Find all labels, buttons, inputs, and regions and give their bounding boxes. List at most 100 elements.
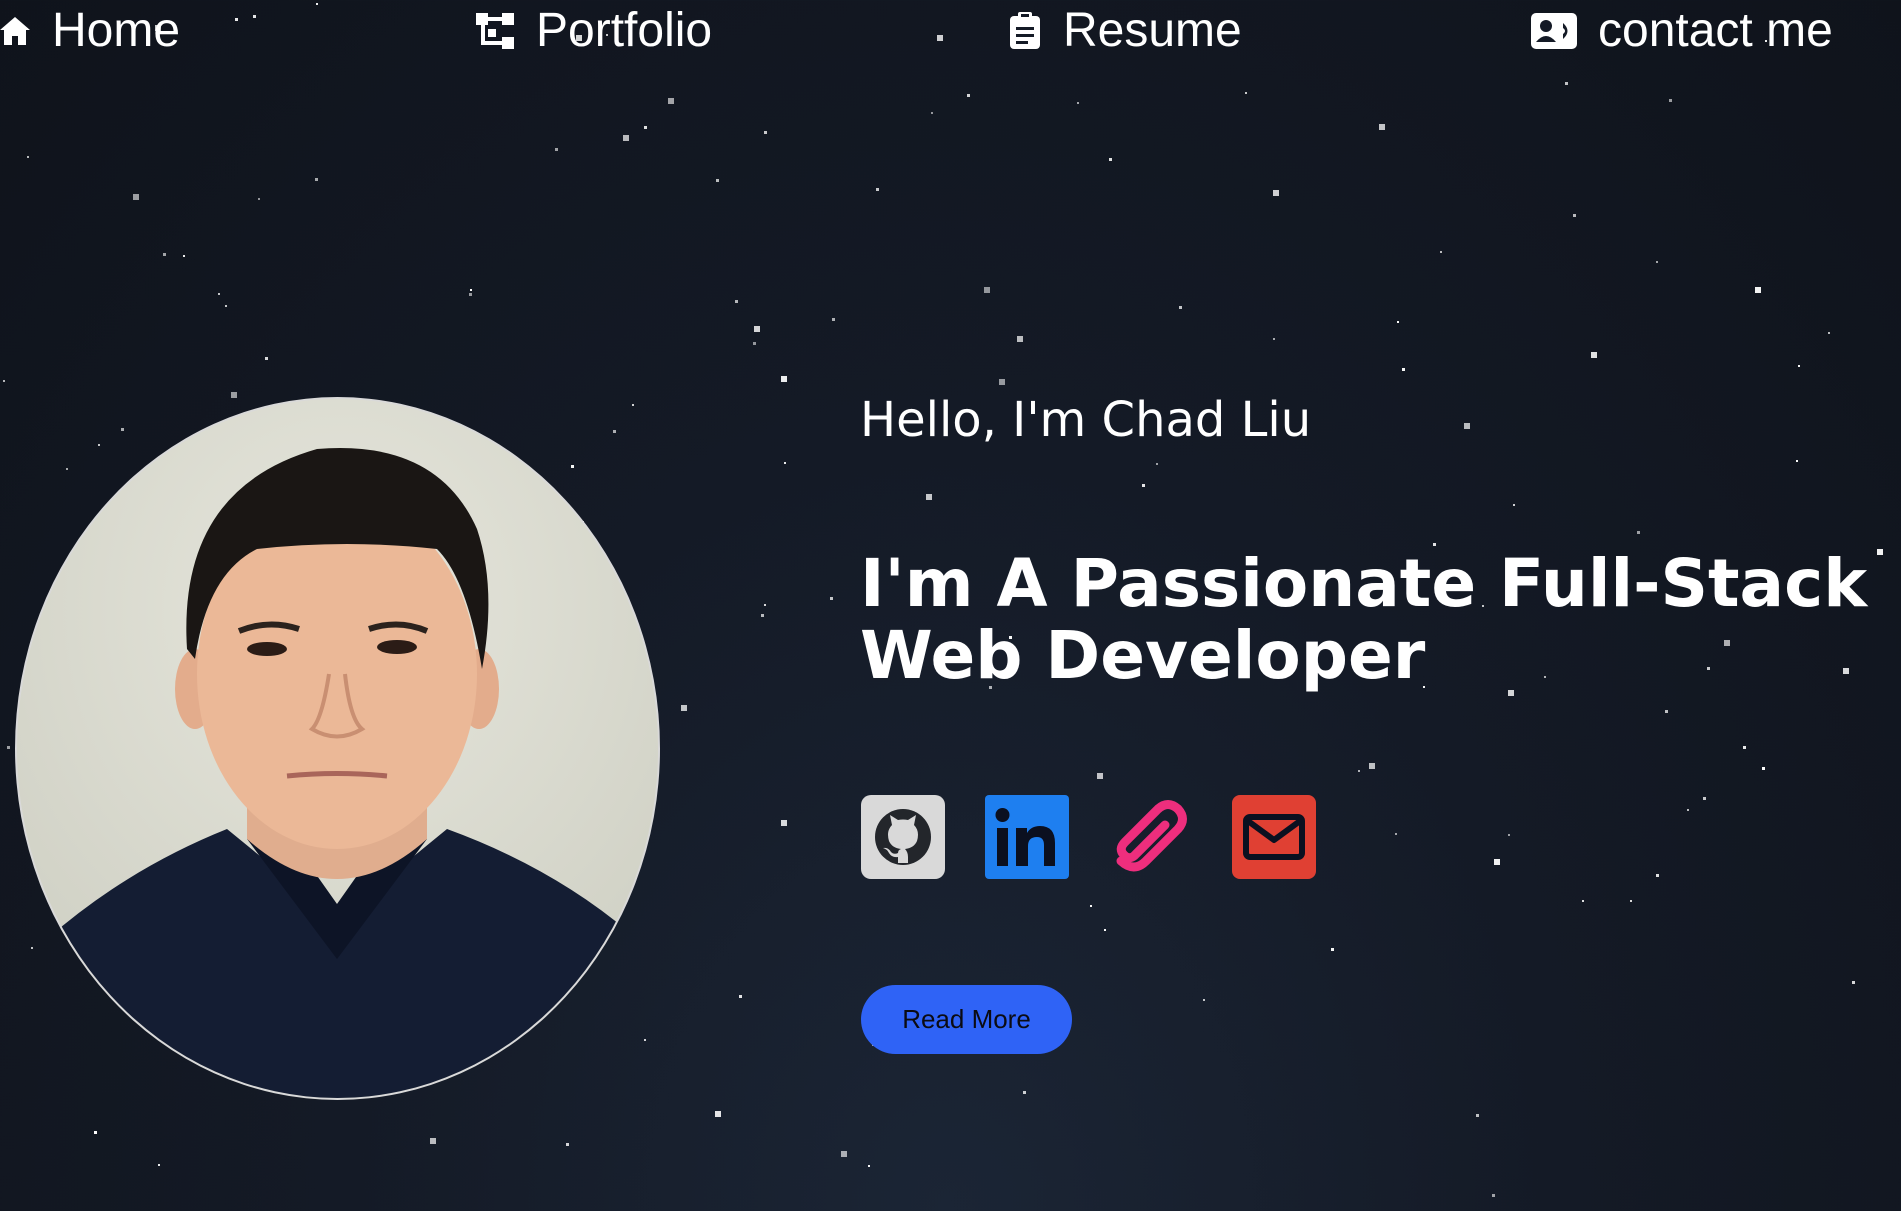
star [716,179,719,182]
nav-item-portfolio[interactable]: Portfolio [474,0,712,62]
star [999,379,1005,385]
star [784,462,786,464]
star [1687,809,1689,811]
star [7,746,10,749]
profile-photo [15,397,660,1100]
star [27,156,29,158]
star [94,1131,97,1134]
star [876,188,879,191]
star [1582,900,1584,902]
star [1828,332,1830,334]
star [1591,352,1597,358]
star [1379,124,1385,130]
star [1798,365,1800,367]
star [1656,874,1659,877]
star [1104,929,1106,931]
star [1179,306,1182,309]
star [967,94,970,97]
star [1397,321,1399,323]
star [1440,251,1442,253]
star [1492,1194,1495,1197]
star [644,126,647,129]
hero-greeting: Hello, I'm Chad Liu [860,392,1312,448]
star [1203,999,1205,1001]
star [764,131,767,134]
star [1573,214,1576,217]
github-link[interactable] [861,795,945,879]
star [1494,859,1500,865]
star [555,148,558,151]
star [926,494,932,500]
star [613,430,616,433]
envelope-icon [1232,795,1316,879]
github-icon [861,795,945,879]
nav-item-contact[interactable]: contact me [1530,0,1833,62]
star [868,1165,870,1167]
star [571,465,574,468]
star [1762,767,1765,770]
resume-link[interactable] [1108,795,1192,879]
clipboard-icon [1010,12,1040,49]
star [1273,190,1279,196]
email-link[interactable] [1232,795,1316,879]
read-more-button[interactable]: Read More [861,985,1072,1054]
linkedin-link[interactable] [985,795,1069,879]
star [1245,92,1247,94]
star [632,404,634,406]
star [225,305,227,307]
star [1331,948,1334,951]
star [754,326,760,332]
star [158,1164,160,1166]
star [1755,287,1761,293]
star [1508,834,1510,836]
nav-label-resume: Resume [1063,4,1242,57]
star [98,444,100,446]
star [644,1039,646,1041]
star [1077,102,1079,104]
star [231,392,237,398]
star [1017,336,1023,342]
star [430,1138,436,1144]
star [623,135,629,141]
star [1097,773,1103,779]
star [1669,99,1672,102]
star [183,255,185,257]
star [31,947,33,949]
star [668,98,674,104]
contact-card-icon [1531,13,1577,49]
paperclip-icon [1116,800,1187,872]
star [761,614,764,617]
nav-label-contact: contact me [1598,4,1833,57]
star [1023,1091,1026,1094]
star [735,300,738,303]
star [1402,368,1405,371]
star [781,376,787,382]
star [66,468,68,470]
star [258,198,260,200]
nav-item-resume[interactable]: Resume [1007,0,1242,62]
star [121,428,124,431]
star [1513,504,1515,506]
star [1637,531,1640,534]
nav-item-home[interactable]: Home [0,0,180,62]
star [753,342,756,345]
star [1156,463,1158,465]
star [566,1143,569,1146]
star [832,318,835,321]
star [1142,484,1145,487]
star [739,995,742,998]
star [470,289,472,291]
star [1090,905,1092,907]
linkedin-icon [985,795,1069,879]
star [1358,770,1360,772]
star [1630,900,1632,902]
star [1464,423,1470,429]
star [1665,710,1668,713]
star [681,705,687,711]
star [265,357,268,360]
star [1743,746,1746,749]
star [715,1111,721,1117]
nav-label-home: Home [52,4,181,57]
star [3,380,5,382]
star [163,253,166,256]
